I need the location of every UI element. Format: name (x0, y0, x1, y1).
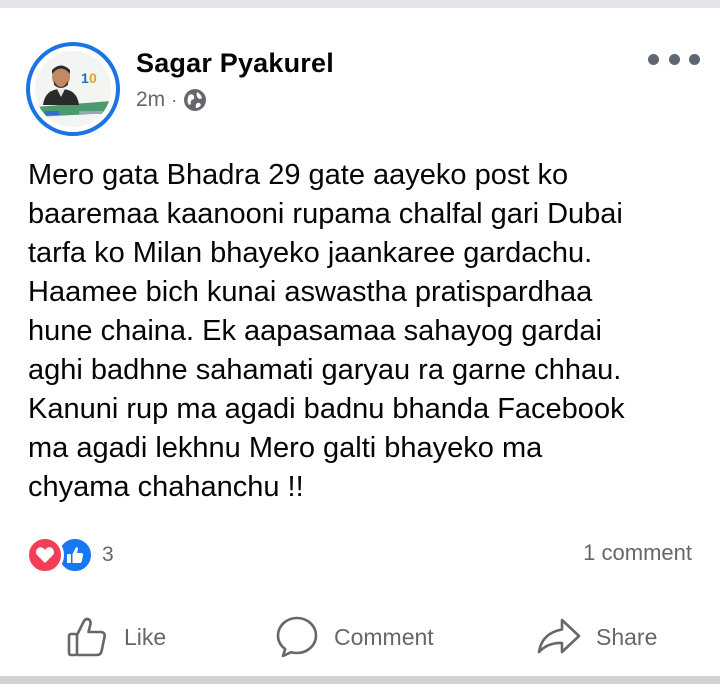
share-button[interactable]: Share (536, 608, 657, 666)
share-arrow-icon (536, 616, 582, 658)
post-text-line: chyama chahanchu !! (28, 471, 304, 503)
comment-bubble-icon (274, 614, 320, 660)
feed-divider (0, 676, 720, 684)
post-text-line: Mero gata Bhadra 29 gate aayeko post ko (28, 159, 569, 191)
post-text-line: baaremaa kaanooni rupama chalfal gari Du… (28, 198, 623, 230)
post-text-line: Kanuni rup ma agadi badnu bhanda Faceboo… (28, 393, 625, 425)
thumbs-up-icon (66, 615, 110, 659)
svg-text:1: 1 (81, 70, 89, 86)
more-dot (648, 53, 659, 65)
like-button[interactable]: Like (66, 608, 166, 666)
post-actions: Like Comment Share (0, 608, 720, 666)
post-timestamp[interactable]: 2m (136, 88, 165, 112)
author-name[interactable]: Sagar Pyakurel (136, 48, 334, 79)
avatar[interactable]: 1 0 (26, 42, 120, 136)
like-label: Like (124, 623, 167, 650)
comment-label: Comment (334, 623, 434, 650)
svg-text:0: 0 (89, 70, 97, 86)
post-text-line: ma agadi lekhnu Mero galti bhayeko ma (28, 432, 543, 464)
love-icon (26, 536, 64, 574)
more-dot (689, 53, 700, 65)
post-text-line: aghi badhne sahamati garyau ra garne chh… (28, 354, 622, 386)
reactions-summary[interactable]: 3 (26, 536, 114, 574)
post-body: Mero gata Bhadra 29 gate aayeko post ko … (28, 156, 700, 507)
comment-count-link[interactable]: 1 comment (583, 540, 692, 566)
more-options-icon[interactable] (648, 46, 700, 72)
reaction-count: 3 (102, 543, 114, 566)
globe-icon[interactable] (183, 88, 207, 112)
post-text-line: tarfa ko Milan bhayeko jaankaree gardach… (28, 237, 593, 269)
more-dot (668, 53, 680, 65)
meta-separator: · (171, 89, 178, 110)
post-text-line: hune chaina. Ek aapasamaa sahayog gardai (28, 315, 602, 347)
avatar-image: 1 0 (35, 51, 111, 127)
post-card: 1 0 Sagar Pyakurel 2m · Mero gata Bhadra… (0, 8, 720, 676)
comment-button[interactable]: Comment (274, 608, 434, 666)
post-text-line: Haamee bich kunai aswastha pratispardhaa (28, 276, 593, 308)
post-meta: 2m · (136, 88, 207, 112)
share-label: Share (596, 623, 658, 650)
